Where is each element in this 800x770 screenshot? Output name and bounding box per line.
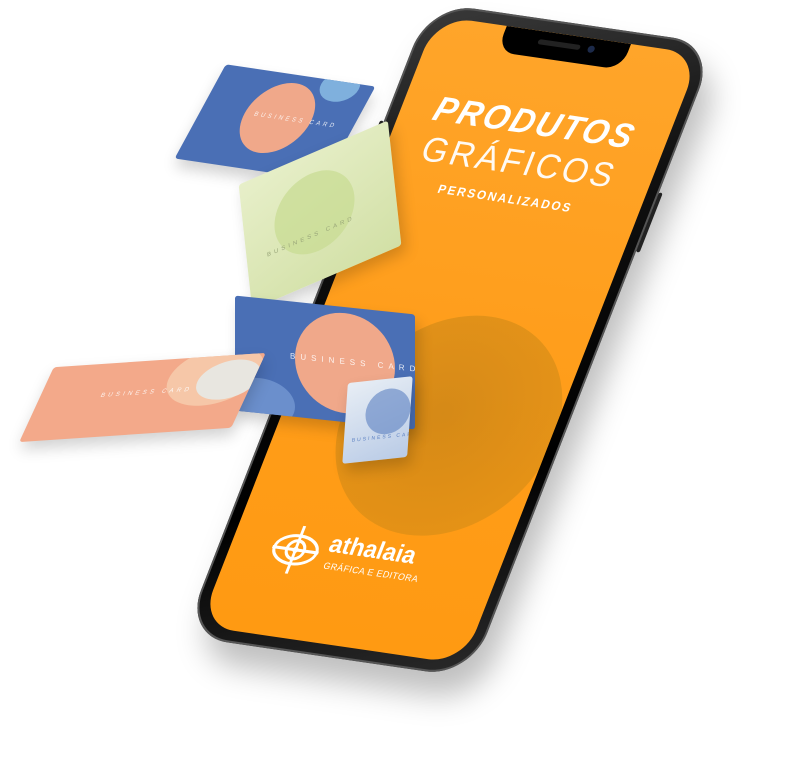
card-blob: [313, 69, 367, 105]
business-card-5: BUSINESS CARD: [342, 376, 413, 464]
speaker-grille: [537, 39, 582, 51]
compass-crosshair-icon: [271, 525, 320, 574]
card-blob: [363, 386, 413, 437]
product-mockup: PRODUTOS GRÁFICOS PERSONALIZADOS athalai…: [0, 0, 800, 770]
front-camera: [586, 45, 596, 54]
business-card-4: BUSINESS CARD: [19, 352, 266, 443]
